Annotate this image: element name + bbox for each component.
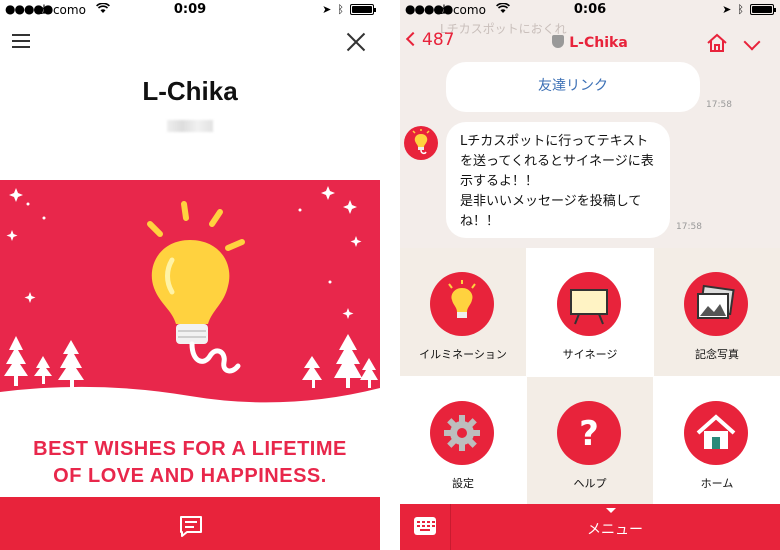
avatar — [404, 126, 438, 160]
signage-board-icon — [570, 289, 608, 325]
svg-text:?: ? — [579, 414, 599, 454]
menu-toggle-button[interactable]: メニュー — [450, 519, 780, 539]
greeting-card: BEST WISHES FOR A LIFETIME OF LOVE AND H… — [0, 180, 380, 500]
verified-shield-icon — [552, 35, 565, 48]
menu-label: サイネージ — [562, 348, 618, 361]
greeting-message: BEST WISHES FOR A LIFETIME OF LOVE AND H… — [0, 436, 380, 490]
greeting-line-1: BEST WISHES FOR A LIFETIME — [33, 438, 347, 460]
chat-area: 友達リンク 17:58 Lチカスポットに行ってテキストを送ってくれるとサイネージ… — [400, 62, 780, 248]
message-time: 17:58 — [676, 222, 702, 232]
message-text: Lチカスポットに行ってテキストを送ってくれるとサイネージに表示するよ！！ 是非い… — [460, 134, 654, 229]
home-icon[interactable] — [706, 33, 728, 53]
bluetooth-icon: ᛒ — [737, 3, 744, 16]
location-icon: ➤ — [322, 3, 332, 16]
blurred-subtitle — [167, 120, 213, 132]
bot-bulb-icon — [412, 129, 430, 155]
channel-name: L-Chika — [569, 35, 628, 51]
greeting-line-2: OF LOVE AND HAPPINESS. — [53, 465, 327, 487]
menu-item-settings[interactable]: 設定 — [400, 377, 526, 505]
battery-icon — [350, 4, 376, 15]
left-screen: ●●●●● docomo 0:09 ➤ ᛒ L-Chika BEST WISHE… — [0, 0, 380, 550]
menu-item-illumination[interactable]: イルミネーション — [400, 248, 526, 376]
chat-icon[interactable] — [178, 515, 204, 539]
location-icon: ➤ — [722, 3, 732, 16]
menu-label: イルミネーション — [419, 348, 507, 361]
rich-menu: イルミネーション サイネージ 記念写真 設定 ? ヘルプ ホーム — [400, 248, 780, 505]
menu-item-photo[interactable]: 記念写真 — [654, 248, 780, 376]
screen-divider — [380, 0, 400, 550]
menu-label: ホーム — [700, 477, 734, 490]
menu-item-help[interactable]: ? ヘルプ — [527, 377, 653, 505]
keyboard-icon[interactable] — [414, 517, 436, 535]
hamburger-icon[interactable] — [12, 34, 30, 48]
right-screen: ●●●●● docomo 0:06 ➤ ᛒ Lチカスポットにおくれ 487 L-… — [400, 0, 780, 550]
menu-label: 記念写真 — [695, 348, 739, 361]
light-bulb-icon — [448, 280, 476, 318]
page-title: L-Chika — [142, 76, 238, 106]
menu-item-signage[interactable]: サイネージ — [527, 248, 653, 376]
menu-toggle-arrow-icon[interactable] — [606, 508, 616, 513]
bluetooth-icon: ᛒ — [337, 3, 344, 16]
message-bubble: Lチカスポットに行ってテキストを送ってくれるとサイネージに表示するよ！！ 是非い… — [446, 122, 670, 238]
status-bar: ●●●●● docomo 0:09 ➤ ᛒ — [0, 0, 380, 20]
house-icon — [696, 414, 736, 449]
menu-label: 設定 — [452, 477, 474, 490]
menu-item-home[interactable]: ホーム — [654, 377, 780, 505]
photo-icon — [697, 284, 735, 319]
message-bubble: 友達リンク — [446, 62, 700, 112]
status-bar: ●●●●● docomo 0:06 ➤ ᛒ — [400, 0, 780, 20]
question-icon: ? — [579, 414, 599, 454]
gear-icon — [444, 415, 480, 451]
close-icon[interactable] — [346, 32, 366, 52]
battery-icon — [750, 4, 776, 15]
friend-link[interactable]: 友達リンク — [446, 75, 700, 95]
menu-label: ヘルプ — [573, 477, 607, 490]
message-time: 17:58 — [706, 100, 732, 110]
